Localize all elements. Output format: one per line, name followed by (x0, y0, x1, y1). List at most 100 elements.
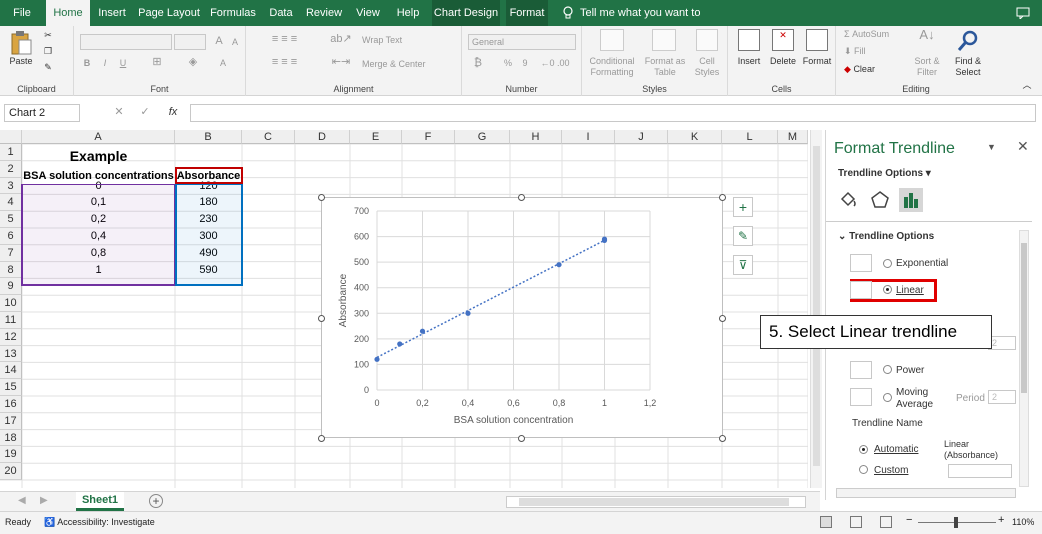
pane-horizontal-scrollbar[interactable] (836, 488, 1016, 498)
horizontal-scrollbar[interactable] (506, 496, 806, 508)
page-layout-view-icon[interactable] (850, 516, 862, 528)
cancel-icon[interactable]: ✕ (114, 107, 124, 118)
italic-button[interactable]: I (100, 58, 110, 69)
automatic-label[interactable]: Automatic (874, 444, 918, 455)
insert-cells-button[interactable]: Insert (732, 56, 766, 67)
zoom-slider-thumb[interactable] (954, 517, 958, 528)
row-header-14[interactable]: 14 (0, 362, 22, 380)
horizontal-align-icons[interactable]: ≡≡≡ (256, 57, 316, 68)
font-color-button[interactable]: A (218, 58, 228, 69)
column-header-l[interactable]: L (722, 130, 778, 144)
percent-button[interactable]: % (502, 58, 514, 69)
fill-button[interactable]: ⬇ Fill (844, 46, 894, 57)
orientation-icon[interactable]: ab↗ (326, 34, 356, 45)
font-name-box[interactable] (80, 34, 172, 50)
trendline-options-icon[interactable] (899, 188, 923, 212)
cell-a1-title[interactable]: Example (22, 148, 175, 164)
column-header-c[interactable]: C (242, 130, 295, 144)
find-select-label1[interactable]: Find & (948, 56, 988, 67)
clear-button[interactable]: ◆ Clear (844, 64, 900, 75)
column-header-d[interactable]: D (295, 130, 350, 144)
tab-view[interactable]: View (352, 0, 384, 26)
period-input[interactable]: 2 (988, 390, 1016, 404)
chart-styles-button[interactable]: ✎ (733, 226, 753, 246)
format-cells-icon[interactable] (806, 29, 828, 51)
resize-handle-tl[interactable] (318, 194, 325, 201)
find-select-label2[interactable]: Select (948, 67, 988, 78)
row-header-10[interactable]: 10 (0, 295, 22, 312)
zoom-slider[interactable] (918, 517, 996, 528)
row-header-17[interactable]: 17 (0, 412, 22, 430)
row-header-20[interactable]: 20 (0, 463, 22, 480)
insert-function-button[interactable]: fx (166, 107, 180, 118)
tab-formulas[interactable]: Formulas (208, 0, 258, 26)
column-header-i[interactable]: I (562, 130, 615, 144)
accessibility-status[interactable]: ♿ Accessibility: Investigate (44, 517, 155, 528)
paste-icon[interactable] (10, 30, 32, 56)
row-header-13[interactable]: 13 (0, 345, 22, 363)
column-header-h[interactable]: H (510, 130, 562, 144)
pane-options-dropdown-icon[interactable]: ▼ (987, 142, 996, 152)
collapse-ribbon-icon[interactable]: ︿ (1020, 80, 1034, 91)
fill-color-icon[interactable]: ◈ (186, 57, 200, 68)
linear-radio[interactable] (883, 285, 892, 294)
resize-handle-mr[interactable] (719, 315, 726, 322)
trendline-options-section[interactable]: ⌄ Trendline Options (838, 231, 934, 242)
resize-handle-tr[interactable] (719, 194, 726, 201)
currency-icon[interactable]: ₿ (470, 58, 486, 69)
add-sheet-icon[interactable]: + (149, 494, 163, 508)
resize-handle-bc[interactable] (518, 435, 525, 442)
tab-help[interactable]: Help (392, 0, 424, 26)
merge-center-button[interactable]: Merge & Center (362, 59, 448, 70)
exponential-radio[interactable] (883, 259, 892, 268)
resize-handle-bl[interactable] (318, 435, 325, 442)
underline-button[interactable]: U (118, 58, 128, 69)
custom-radio[interactable] (859, 465, 868, 474)
decimal-icons[interactable]: ←0 .00 (538, 58, 572, 69)
pane-scroll-thumb[interactable] (1021, 243, 1027, 393)
sort-filter-icon[interactable]: A↓ (912, 28, 942, 41)
column-header-k[interactable]: K (668, 130, 722, 144)
row-header-2[interactable]: 2 (0, 160, 22, 178)
format-cells-button[interactable]: Format (800, 56, 834, 67)
vertical-align-icons[interactable]: ≡≡≡ (256, 34, 316, 45)
normal-view-icon[interactable] (820, 516, 832, 528)
horizontal-scroll-thumb[interactable] (519, 498, 789, 506)
bold-button[interactable]: B (82, 58, 92, 69)
zoom-level[interactable]: 110% (1012, 517, 1034, 527)
tab-chart-design[interactable]: Chart Design (432, 0, 500, 26)
sheet-scroll-right-icon[interactable]: ▶ (40, 495, 48, 506)
tab-review[interactable]: Review (304, 0, 344, 26)
row-header-18[interactable]: 18 (0, 429, 22, 447)
row-header-9[interactable]: 9 (0, 278, 22, 296)
order-input[interactable]: 2 (988, 336, 1016, 350)
fill-line-icon[interactable] (838, 190, 858, 210)
format-painter-icon[interactable]: ✎ (42, 62, 54, 73)
custom-name-input[interactable] (948, 464, 1012, 478)
delete-cells-button[interactable]: Delete (766, 56, 800, 67)
tell-me-search[interactable]: Tell me what you want to do (580, 0, 710, 45)
tab-home[interactable]: Home (46, 0, 90, 26)
tab-insert[interactable]: Insert (96, 0, 128, 26)
wrap-text-button[interactable]: Wrap Text (362, 35, 422, 46)
row-header-4[interactable]: 4 (0, 194, 22, 212)
find-select-icon[interactable] (956, 29, 980, 53)
grow-font-button[interactable]: A (214, 36, 224, 47)
tab-data[interactable]: Data (266, 0, 296, 26)
row-header-5[interactable]: 5 (0, 211, 22, 228)
row-header-7[interactable]: 7 (0, 244, 22, 262)
column-header-m[interactable]: M (778, 130, 808, 144)
linear-label[interactable]: Linear (896, 285, 924, 296)
zoom-in-icon[interactable]: + (998, 514, 1004, 526)
moving-average-label1[interactable]: Moving (896, 387, 928, 398)
cut-icon[interactable]: ✂ (42, 30, 54, 41)
comments-icon[interactable] (1014, 0, 1032, 26)
conditional-formatting-label1[interactable]: Conditional (584, 56, 640, 67)
shrink-font-button[interactable]: A (230, 37, 240, 48)
row-header-12[interactable]: 12 (0, 328, 22, 346)
format-as-table-icon[interactable] (652, 29, 676, 51)
trendline-options-tab[interactable]: Trendline Options ▾ (838, 168, 931, 179)
number-format-box[interactable]: General (468, 34, 576, 50)
column-header-g[interactable]: G (455, 130, 510, 144)
effects-icon[interactable] (870, 190, 890, 210)
